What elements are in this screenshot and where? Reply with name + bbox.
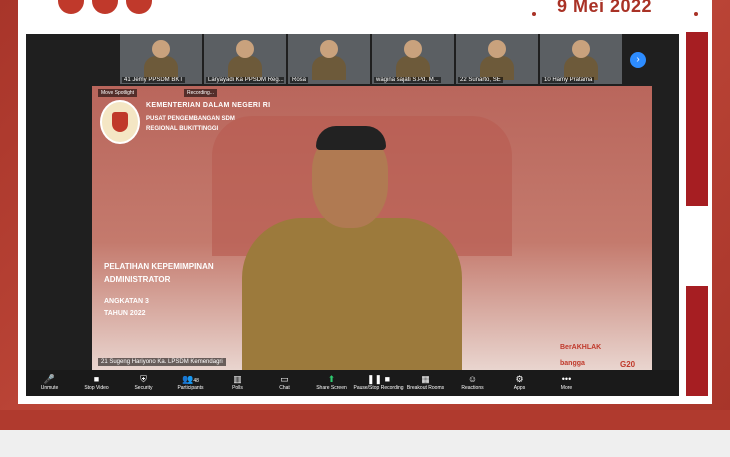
polls-button[interactable]: ▥ Polls xyxy=(214,374,261,392)
participant-tile[interactable]: Laryayadi Ka PPSDM Reg... xyxy=(204,34,286,84)
share-screen-icon: ⬆ xyxy=(327,374,336,384)
participant-thumbnails: 41 Jemy PPSDM BKT Laryayadi Ka PPSDM Reg… xyxy=(120,34,622,84)
microphone-icon: 🎤 xyxy=(43,374,56,384)
speaker-video[interactable]: KEMENTERIAN DALAM NEGERI RI PUSAT PENGEM… xyxy=(92,86,652,370)
decorative-dot xyxy=(92,0,118,14)
smiley-icon: ☺ xyxy=(467,374,478,384)
pause-stop-recording-button[interactable]: ❚❚ ■ Pause/Stop Recording xyxy=(353,374,403,392)
participant-tile[interactable]: 41 Jemy PPSDM BKT xyxy=(120,34,202,84)
participant-tile[interactable]: 22 Sunarto, SE xyxy=(456,34,538,84)
bangga-logo: bangga xyxy=(560,360,585,367)
training-batch: ANGKATAN 3 TAHUN 2022 xyxy=(104,298,149,317)
pause-recording-icon: ❚❚ ■ xyxy=(366,374,391,384)
right-accent-bar xyxy=(686,32,708,206)
zoom-toolbar: 🎤 Unmute ■ Stop Video ⛨ Security 👥48 Par… xyxy=(26,370,679,396)
stop-video-button[interactable]: ■ Stop Video xyxy=(73,374,120,392)
people-icon: 👥48 xyxy=(182,374,199,384)
decorative-dots xyxy=(58,0,152,14)
chat-bubble-icon: ▭ xyxy=(280,374,289,384)
next-page-arrow-icon[interactable]: › xyxy=(630,52,646,68)
banner-region: REGIONAL BUKITTINGGI xyxy=(146,126,219,132)
decorative-dot xyxy=(58,0,84,14)
decorative-dot xyxy=(126,0,152,14)
share-screen-button[interactable]: ⬆ Share Screen xyxy=(308,374,355,392)
zoom-meeting-window: KEMENTERIAN DALAM NEGERI RI PUSAT PENGEM… xyxy=(26,34,679,396)
participants-button[interactable]: 👥48 Participants xyxy=(167,374,214,392)
speaker-name-label: 21 Sugeng Hariyono Ka. LPSDM Kemendagri xyxy=(98,358,226,366)
participant-tile[interactable]: 10 Hamy Pratama xyxy=(540,34,622,84)
more-button[interactable]: ••• More xyxy=(543,374,590,392)
reactions-button[interactable]: ☺ Reactions xyxy=(449,374,496,392)
breakout-rooms-icon: ▦ xyxy=(421,374,430,384)
decorative-dot xyxy=(532,12,536,16)
recording-indicator: Recording... xyxy=(184,89,217,97)
breakout-rooms-button[interactable]: ▦ Breakout Rooms xyxy=(402,374,449,392)
g20-logo: G20 xyxy=(620,360,636,369)
right-accent-bar xyxy=(686,286,708,396)
apps-icon: ⚙ xyxy=(515,374,524,384)
banner-title: KEMENTERIAN DALAM NEGERI RI xyxy=(146,102,271,109)
spotlight-indicator: Move Spotlight xyxy=(98,89,138,97)
participant-tile[interactable]: wagina sajati S.Pd, M... xyxy=(372,34,454,84)
chat-button[interactable]: ▭ Chat xyxy=(261,374,308,392)
speaker-uniform xyxy=(242,218,462,370)
apps-button[interactable]: ⚙ Apps xyxy=(496,374,543,392)
more-icon: ••• xyxy=(561,374,572,384)
berakhlak-logo: BerAKHLAK xyxy=(560,344,602,351)
decorative-dot xyxy=(694,12,698,16)
video-camera-icon: ■ xyxy=(93,374,100,384)
speaker-hair xyxy=(316,126,386,150)
event-date: 9 Mei 2022 xyxy=(556,0,652,16)
unmute-button[interactable]: 🎤 Unmute xyxy=(26,374,73,392)
shield-icon: ⛨ xyxy=(140,374,147,384)
bottom-strip xyxy=(0,430,730,457)
bar-chart-icon: ▥ xyxy=(233,374,242,384)
kemendagri-logo xyxy=(100,100,140,144)
security-button[interactable]: ⛨ Security xyxy=(120,374,167,392)
training-title: PELATIHAN KEPEMIMPINAN ADMINISTRATOR xyxy=(104,262,214,284)
banner-subtitle: PUSAT PENGEMBANGAN SDM xyxy=(146,116,235,122)
participant-tile[interactable]: Rosa xyxy=(288,34,370,84)
